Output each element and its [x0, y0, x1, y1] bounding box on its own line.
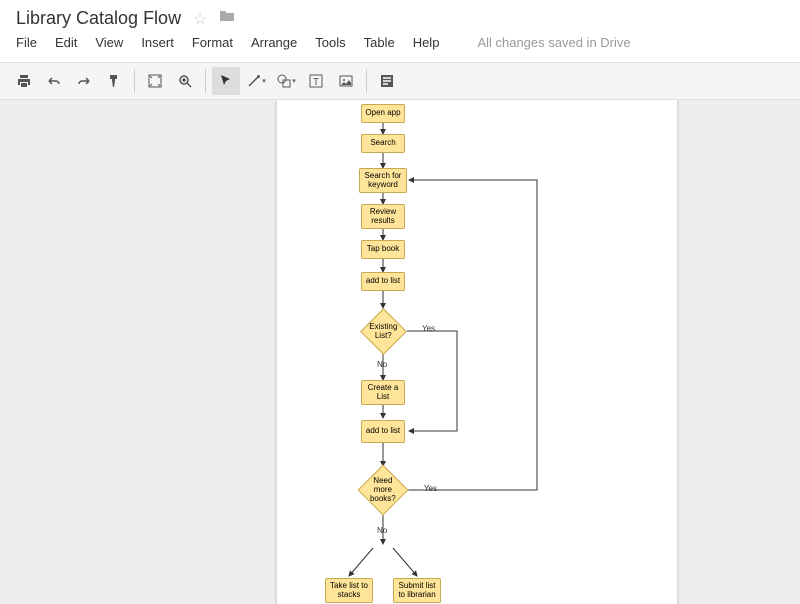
menu-format[interactable]: Format — [192, 35, 233, 50]
line-tool-icon[interactable]: ▾ — [242, 67, 270, 95]
label-yes2: Yes — [424, 484, 437, 493]
fit-icon[interactable] — [141, 67, 169, 95]
align-icon[interactable] — [373, 67, 401, 95]
node-review[interactable]: Review results — [361, 204, 405, 229]
node-tap[interactable]: Tap book — [361, 240, 405, 259]
menu-table[interactable]: Table — [364, 35, 395, 50]
node-search[interactable]: Search — [361, 134, 405, 153]
image-tool-icon[interactable] — [332, 67, 360, 95]
document-title[interactable]: Library Catalog Flow — [16, 8, 181, 29]
node-need-label: Need more books? — [367, 477, 399, 503]
node-add2[interactable]: add to list — [361, 420, 405, 443]
separator — [205, 69, 206, 93]
label-no2: No — [377, 526, 387, 535]
menu-edit[interactable]: Edit — [55, 35, 77, 50]
node-need[interactable]: Need more books? — [358, 465, 409, 516]
separator — [134, 69, 135, 93]
page[interactable]: Open app Search Search for keyword Revie… — [277, 100, 677, 604]
text-tool-icon[interactable]: T — [302, 67, 330, 95]
menu-insert[interactable]: Insert — [141, 35, 174, 50]
menubar: File Edit View Insert Format Arrange Too… — [16, 29, 784, 58]
star-icon[interactable]: ☆ — [193, 9, 207, 29]
print-icon[interactable] — [10, 67, 38, 95]
node-existing[interactable]: Existing List? — [360, 308, 407, 355]
label-yes1: Yes — [422, 324, 435, 333]
undo-icon[interactable] — [40, 67, 68, 95]
svg-text:T: T — [313, 77, 319, 88]
paint-format-icon[interactable] — [100, 67, 128, 95]
menu-file[interactable]: File — [16, 35, 37, 50]
folder-icon[interactable] — [219, 9, 235, 28]
flowchart-arrows — [277, 100, 677, 604]
save-status: All changes saved in Drive — [477, 35, 630, 50]
header: Library Catalog Flow ☆ File Edit View In… — [0, 0, 800, 62]
node-search-keyword[interactable]: Search for keyword — [359, 168, 407, 193]
node-take[interactable]: Take list to stacks — [325, 578, 373, 603]
menu-tools[interactable]: Tools — [315, 35, 345, 50]
label-no1: No — [377, 360, 387, 369]
node-existing-label: Existing List? — [369, 323, 398, 341]
menu-arrange[interactable]: Arrange — [251, 35, 297, 50]
node-submit[interactable]: Submit list to librarian — [393, 578, 441, 603]
select-tool-icon[interactable] — [212, 67, 240, 95]
node-add1[interactable]: add to list — [361, 272, 405, 291]
menu-help[interactable]: Help — [413, 35, 440, 50]
shape-tool-icon[interactable]: ▾ — [272, 67, 300, 95]
canvas[interactable]: Open app Search Search for keyword Revie… — [0, 100, 800, 604]
menu-view[interactable]: View — [95, 35, 123, 50]
zoom-icon[interactable] — [171, 67, 199, 95]
redo-icon[interactable] — [70, 67, 98, 95]
node-create[interactable]: Create a List — [361, 380, 405, 405]
toolbar: ▾ ▾ T — [0, 62, 800, 100]
node-open-app[interactable]: Open app — [361, 104, 405, 123]
separator — [366, 69, 367, 93]
